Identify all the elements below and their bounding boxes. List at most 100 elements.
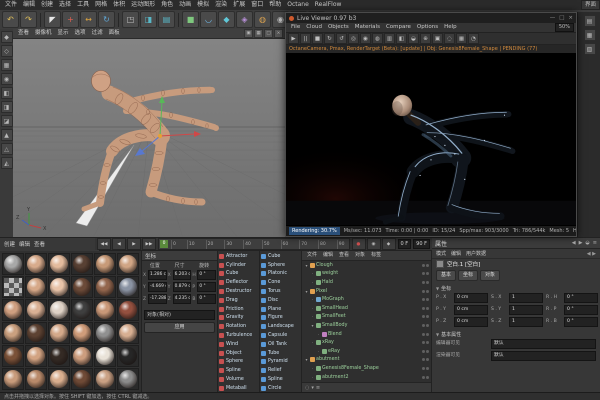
viewport-menu-item[interactable]: 选项	[72, 29, 89, 38]
material-swatch[interactable]	[2, 368, 24, 390]
material-swatch[interactable]	[71, 368, 93, 390]
material-swatch[interactable]	[117, 253, 139, 275]
material-swatch[interactable]	[25, 276, 47, 298]
resolution-dropdown[interactable]: 50%	[555, 23, 574, 32]
menubar-item[interactable]: 工具	[74, 0, 92, 10]
material-swatch[interactable]	[25, 253, 47, 275]
menubar-item[interactable]: 创建	[38, 0, 56, 10]
render-visibility-dot[interactable]	[426, 367, 429, 370]
object-tree-row[interactable]: ·SmallHead	[302, 304, 431, 313]
record-icon[interactable]: ●	[352, 238, 366, 250]
palette-item[interactable]: Volume	[219, 375, 258, 384]
menubar-item[interactable]: RealFlow	[312, 0, 345, 10]
editor-visibility-dot[interactable]	[422, 324, 425, 327]
editor-visibility-dot[interactable]	[422, 307, 425, 310]
om-filter-icon[interactable]: ▾	[311, 385, 314, 391]
attributes-tab[interactable]: 坐标	[458, 270, 478, 281]
film-region-icon[interactable]: ◧	[396, 33, 407, 44]
render-visibility-dot[interactable]	[426, 315, 429, 318]
object-manager-menu-item[interactable]: 编辑	[320, 251, 336, 260]
lock-icon[interactable]: ◒	[585, 240, 589, 246]
menubar-item[interactable]: 帮助	[266, 0, 284, 10]
keyframe-icon[interactable]: ◆	[382, 238, 396, 250]
attribute-value-dropdown[interactable]: 默认	[491, 351, 596, 361]
material-swatch[interactable]	[48, 322, 70, 344]
material-swatch[interactable]	[71, 299, 93, 321]
points-mode-icon[interactable]: ◧	[1, 87, 13, 99]
scale-icon[interactable]: ↔	[80, 11, 97, 28]
palette-item[interactable]: Spline	[261, 375, 300, 384]
menubar-item[interactable]: 体积	[110, 0, 128, 10]
material-swatch[interactable]	[94, 276, 116, 298]
material-swatch[interactable]	[94, 253, 116, 275]
menubar-item[interactable]: 窗口	[248, 0, 266, 10]
deformer-icon[interactable]: ◈	[236, 11, 253, 28]
object-manager-menu-item[interactable]: 查看	[336, 251, 352, 260]
viewport-close-icon[interactable]: ×	[274, 29, 283, 38]
palette-item[interactable]: Friction	[219, 305, 258, 314]
move-icon[interactable]: +	[62, 11, 79, 28]
editor-visibility-dot[interactable]	[422, 341, 425, 344]
editor-visibility-dot[interactable]	[422, 376, 425, 379]
render-visibility-dot[interactable]	[426, 298, 429, 301]
editor-visibility-dot[interactable]	[422, 281, 425, 284]
field-icon[interactable]: ◍	[254, 11, 271, 28]
render-visibility-dot[interactable]	[426, 281, 429, 284]
reset-icon[interactable]: ↺	[336, 33, 347, 44]
materials-menu-item[interactable]: 编辑	[17, 240, 32, 250]
material-swatch[interactable]	[117, 345, 139, 367]
material-swatch[interactable]	[48, 299, 70, 321]
om-menu-icon[interactable]: ≡	[316, 385, 320, 391]
editor-visibility-dot[interactable]	[422, 333, 425, 336]
palette-item[interactable]: Cylinder	[219, 261, 258, 270]
layout-switcher[interactable]: 界面	[581, 0, 600, 10]
passes-icon[interactable]: ▦	[456, 33, 467, 44]
palette-item[interactable]: Platonic	[261, 270, 300, 279]
lv-menu-item[interactable]: Help	[441, 23, 460, 32]
object-tree-row[interactable]: ▾abutment	[302, 356, 431, 365]
menubar-item[interactable]: 动画	[176, 0, 194, 10]
clay-mode-icon[interactable]: ◌	[444, 33, 455, 44]
restart-icon[interactable]: ↻	[324, 33, 335, 44]
object-tree-row[interactable]: ·abutment2	[302, 373, 431, 382]
menubar-item[interactable]: 网格	[92, 0, 110, 10]
axis-mode-icon[interactable]: ▲	[1, 129, 13, 141]
render-visibility-dot[interactable]	[426, 307, 429, 310]
material-swatch[interactable]	[71, 345, 93, 367]
render-region-icon[interactable]: ▥	[384, 33, 395, 44]
pane-quad-icon[interactable]: ▦	[254, 29, 263, 38]
palette-item[interactable]: Sphere	[261, 261, 300, 270]
editor-visibility-dot[interactable]	[422, 264, 425, 267]
expand-open-icon[interactable]: ▾	[304, 263, 309, 268]
render-settings-icon[interactable]: ▤	[158, 11, 175, 28]
stop-icon[interactable]: ■	[312, 33, 323, 44]
attribute-value-field[interactable]: 0 cm	[454, 317, 488, 327]
object-tree-row[interactable]: ·Genesis8Female_Shape	[302, 364, 431, 373]
lv-menu-item[interactable]: Materials	[352, 23, 383, 32]
attributes-dock-icon[interactable]: ▤	[584, 15, 596, 27]
viewport-menu-item[interactable]: 摄像机	[32, 29, 55, 38]
current-frame-marker[interactable]: 0	[160, 240, 168, 248]
palette-item[interactable]: Turbulence	[219, 331, 258, 340]
render-visibility-dot[interactable]	[426, 272, 429, 275]
attribute-value-field[interactable]: 0 cm	[454, 293, 488, 303]
close-button[interactable]: ×	[568, 15, 573, 21]
section-coordinates[interactable]: ▼ 坐标	[432, 283, 600, 293]
apply-button[interactable]: 应用	[144, 322, 215, 333]
attributes-mode-item[interactable]: 用户数据	[466, 250, 486, 257]
material-swatch[interactable]	[2, 322, 24, 344]
palette-item[interactable]: Cube	[261, 252, 300, 261]
palette-item[interactable]: Sphere	[219, 358, 258, 367]
panel-menu-icon[interactable]: ≡	[593, 240, 597, 246]
render-visibility-dot[interactable]	[426, 358, 429, 361]
timeline-ruler[interactable]: 0 0102030405060708090	[158, 238, 350, 250]
render-visibility-dot[interactable]	[426, 350, 429, 353]
palette-item[interactable]: Circle	[261, 384, 300, 392]
attribute-value-dropdown[interactable]: 默认	[491, 339, 596, 349]
coord-value-field[interactable]: -4.669 cm	[148, 282, 167, 292]
editor-visibility-dot[interactable]	[422, 290, 425, 293]
palette-item[interactable]: Gravity	[219, 314, 258, 323]
attribute-value-field[interactable]: 0 cm	[454, 305, 488, 315]
maximize-button[interactable]: □	[559, 15, 564, 21]
workplane-icon[interactable]: ◉	[1, 73, 13, 85]
